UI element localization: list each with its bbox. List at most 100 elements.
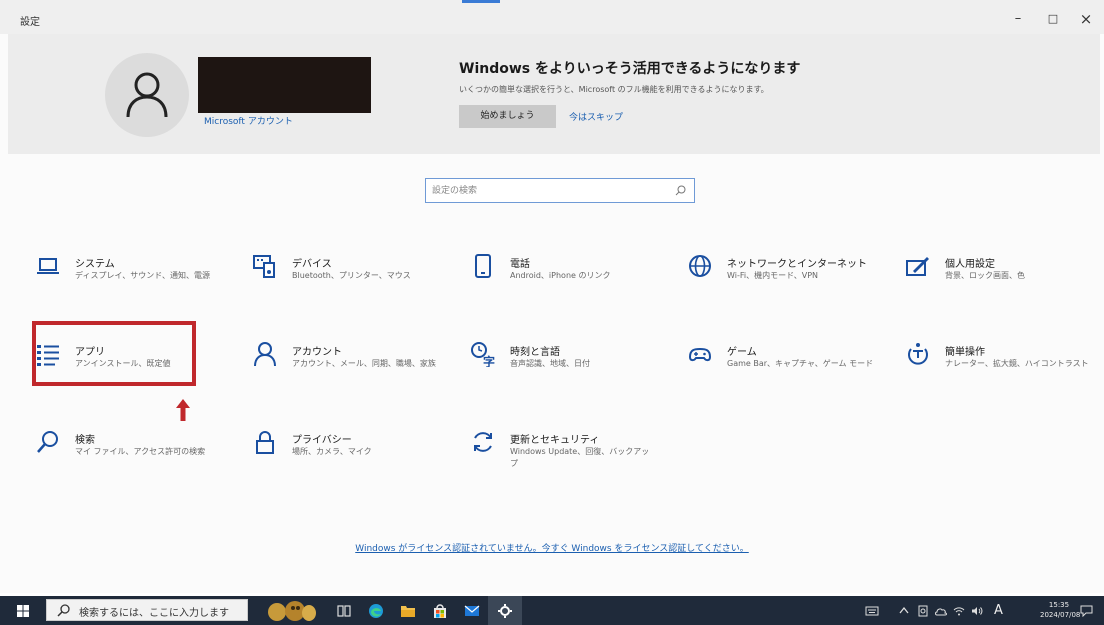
tile-name: プライバシー (292, 435, 352, 446)
edge-icon (369, 603, 383, 618)
clock-date: 2024/07/08 (1040, 611, 1081, 619)
minimize-button[interactable]: – (1008, 10, 1028, 28)
tile-description: ディスプレイ、サウンド、通知、電源 (75, 271, 210, 280)
tile-search[interactable]: 検索 マイ ファイル、アクセス許可の検索 (35, 429, 225, 489)
mail-icon (464, 605, 480, 616)
keyboard-tray-button[interactable] (862, 596, 882, 625)
news-widget[interactable] (262, 596, 320, 625)
laptop-icon (37, 258, 59, 274)
gear-icon (498, 603, 512, 618)
redacted-account-name (198, 57, 371, 113)
paint-icon (906, 257, 929, 276)
wifi-icon (953, 606, 965, 615)
network-tray-button[interactable] (951, 596, 967, 625)
microsoft-account-link[interactable]: Microsoft アカウント (204, 114, 293, 127)
action-center-button[interactable] (1076, 596, 1096, 625)
tile-description: 場所、カメラ、マイク (292, 447, 372, 456)
file-explorer-button[interactable] (394, 596, 422, 625)
user-icon (126, 72, 168, 118)
tile-description: ナレーター、拡大鏡、ハイコントラスト (945, 359, 1089, 368)
taskbar: 検索するには、ここに入力します A 15:35 2024/07/08 (0, 596, 1104, 625)
close-button[interactable]: × (1076, 10, 1096, 28)
lock-icon (256, 431, 274, 454)
ime-indicator[interactable]: A (994, 596, 1010, 625)
maximize-button[interactable]: □ (1043, 10, 1063, 28)
settings-search-box[interactable] (425, 178, 695, 203)
clock[interactable]: 15:35 2024/07/08 (1040, 600, 1081, 620)
search-icon (675, 185, 686, 196)
taskbar-search-box[interactable]: 検索するには、ここに入力します (46, 599, 248, 621)
volume-tray-button[interactable] (969, 596, 985, 625)
tile-name: 時刻と言語 (510, 347, 560, 358)
windows-logo-icon (17, 604, 29, 617)
promo-title: Windows をよりいっそう活用できるようになります (459, 61, 801, 77)
tile-description: 背景、ロック画面、色 (945, 271, 1025, 280)
keyboard-icon (253, 255, 275, 278)
tile-description: Bluetooth、プリンター、マウス (292, 271, 411, 280)
tile-system[interactable]: システム ディスプレイ、サウンド、通知、電源 (35, 253, 225, 313)
folder-icon (401, 605, 415, 617)
tile-description: Windows Update、回復、バックアップ (510, 447, 650, 468)
store-icon (434, 603, 446, 618)
tile-name: 更新とセキュリティ (510, 435, 600, 446)
search-icon (57, 604, 70, 617)
task-view-button[interactable] (332, 596, 356, 625)
bluetooth-tray-button[interactable] (933, 596, 949, 625)
tile-description: マイ ファイル、アクセス許可の検索 (75, 447, 206, 456)
settings-search-input[interactable] (432, 183, 662, 199)
tile-ease-of-access[interactable]: 簡単操作 ナレーター、拡大鏡、ハイコントラスト (905, 341, 1095, 401)
edge-button[interactable] (362, 596, 390, 625)
tile-name: システム (75, 259, 115, 270)
defender-icon (918, 605, 928, 616)
highlight-box (32, 321, 196, 386)
gamepad-icon (688, 347, 712, 362)
tile-name: ゲーム (727, 347, 757, 358)
arrow-up-icon (176, 399, 190, 421)
onedrive-icon (935, 607, 947, 615)
tile-accounts[interactable]: アカウント アカウント、メール、同期、職場、家族 (252, 341, 442, 401)
tile-personalization[interactable]: 個人用設定 背景、ロック画面、色 (905, 253, 1095, 313)
person-icon (254, 342, 276, 367)
globe-icon (689, 255, 711, 277)
svg-text:字: 字 (483, 354, 495, 367)
promo-description: いくつかの簡単な選択を行うと、Microsoft のフル機能を利用できるようにな… (459, 85, 769, 94)
settings-taskbar-button[interactable] (488, 596, 522, 625)
ease-of-access-icon (908, 343, 928, 365)
tile-description: Android、iPhone のリンク (510, 271, 611, 280)
notification-icon (1080, 605, 1092, 617)
tile-phone[interactable]: 電話 Android、iPhone のリンク (470, 253, 660, 313)
tile-name: 個人用設定 (945, 259, 995, 270)
tile-name: デバイス (292, 259, 332, 270)
show-hidden-icons-button[interactable] (896, 596, 912, 625)
clock-time: 15:35 (1048, 601, 1070, 609)
avatar[interactable] (105, 53, 189, 137)
taskbar-search-placeholder: 検索するには、ここに入力します (79, 608, 229, 619)
tile-name: 簡単操作 (945, 347, 985, 358)
tile-update-security[interactable]: 更新とセキュリティ Windows Update、回復、バックアップ (470, 429, 660, 489)
phone-icon (475, 254, 491, 278)
tile-privacy[interactable]: プライバシー 場所、カメラ、マイク (252, 429, 442, 489)
keyboard-icon (865, 606, 879, 615)
mail-button[interactable] (458, 596, 486, 625)
tile-gaming[interactable]: ゲーム Game Bar、キャプチャ、ゲーム モード (687, 341, 877, 401)
time-language-icon: 字 (471, 342, 495, 367)
news-widget-icon (268, 600, 316, 621)
tile-description: Wi-Fi、機内モード、VPN (727, 271, 819, 280)
get-started-button[interactable]: 始めましょう (459, 105, 556, 128)
tile-description: Game Bar、キャプチャ、ゲーム モード (727, 359, 874, 368)
skip-link[interactable]: 今はスキップ (569, 110, 623, 123)
tile-name: ネットワークとインターネット (727, 259, 867, 270)
tile-devices[interactable]: デバイス Bluetooth、プリンター、マウス (252, 253, 442, 313)
tile-time-language[interactable]: 字 時刻と言語 音声認識、地域、日付 (470, 341, 660, 401)
activate-windows-link[interactable]: Windows がライセンス認証されていません。今すぐ Windows をライセ… (0, 541, 1104, 554)
tile-network[interactable]: ネットワークとインターネット Wi-Fi、機内モード、VPN (687, 253, 877, 313)
sync-icon (474, 432, 492, 452)
store-button[interactable] (426, 596, 454, 625)
tile-name: 電話 (510, 259, 530, 270)
tile-description: アカウント、メール、同期、職場、家族 (292, 359, 436, 368)
start-button[interactable] (10, 596, 36, 625)
tile-description: 音声認識、地域、日付 (510, 359, 590, 368)
tile-name: アカウント (292, 347, 342, 358)
tile-name: 検索 (75, 435, 95, 446)
security-tray-button[interactable] (915, 596, 931, 625)
